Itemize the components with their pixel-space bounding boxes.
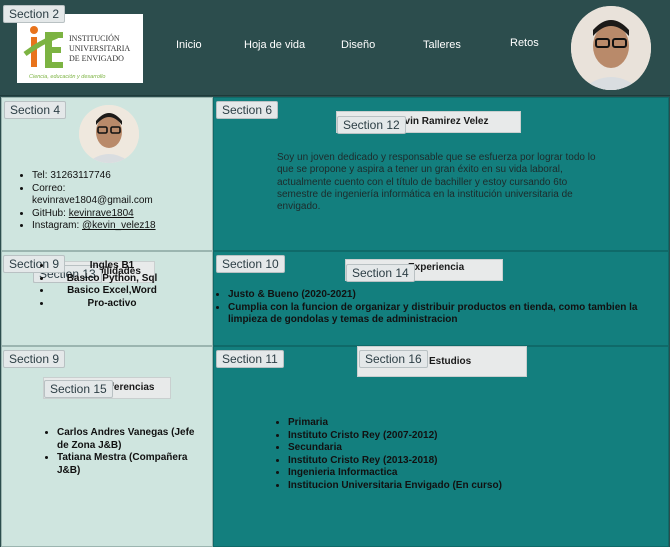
study-item: Instituto Cristo Rey (2013-2018) [288, 455, 608, 468]
experience-list: Justo & Bueno (2020-2021) Cumplia con la… [228, 289, 648, 327]
experience-item: Cumplia con la funcion de organizar y di… [228, 302, 648, 327]
skill-item: Basico Excel,Word [52, 285, 172, 298]
section-tag-studies: Section 11 [216, 350, 284, 368]
studies-list: Primaria Instituto Cristo Rey (2007-2012… [288, 417, 608, 492]
study-item: Primaria [288, 417, 608, 430]
study-item: Institucion Universitaria Envigado (En c… [288, 480, 608, 493]
section-tag-about: Section 6 [216, 101, 279, 119]
section-tag-profile: Section 4 [4, 101, 67, 119]
logo-tagline: Ciencia, educación y desarrollo [29, 74, 105, 80]
contact-email-value: kevinrave1804@gmail.com [32, 195, 153, 206]
page: INSTITUCIÓN UNIVERSITARIA DE ENVIGADO Ci… [0, 0, 670, 547]
logo-line-3: DE ENVIGADO [69, 54, 124, 63]
profile-panel: Tel: 31263117746 Correo: kevinrave1804@g… [1, 97, 213, 251]
study-item: Ingenieria Informactica [288, 467, 608, 480]
nav-link-diseno[interactable]: Diseño [341, 39, 375, 51]
references-list: Carlos Andres Vanegas (Jefe de Zona J&B)… [57, 427, 207, 477]
skills-list: Ingles B1 Basico Python, Sql Basico Exce… [52, 260, 172, 310]
contact-email-label: Correo: [32, 182, 66, 194]
skill-item: Ingles B1 [52, 260, 172, 273]
skill-item: Pro-activo [52, 298, 172, 311]
section-tag-experience: Section 10 [216, 255, 285, 273]
nav-link-retos[interactable]: Retos [510, 37, 539, 49]
studies-title-text: Estudios [429, 356, 472, 367]
contact-instagram-label: Instagram: [32, 220, 83, 231]
institution-logo[interactable]: INSTITUCIÓN UNIVERSITARIA DE ENVIGADO Ci… [17, 14, 143, 83]
section-tag-experience-title: Section 14 [346, 264, 415, 282]
header-avatar [571, 6, 651, 90]
github-link[interactable]: kevinrave1804 [69, 208, 134, 219]
section-tag-references-title: Section 15 [44, 380, 113, 398]
contact-list: Tel: 31263117746 Correo: kevinrave1804@g… [32, 170, 207, 233]
contact-github-label: GitHub: [32, 207, 69, 219]
section-tag-header: Section 2 [3, 5, 66, 23]
skill-item: Basico Python, Sql [52, 273, 172, 286]
section-tag-references: Section 9 [3, 350, 66, 368]
logo-line-1: INSTITUCIÓN [69, 33, 120, 43]
about-title-text: evin Ramirez Velez [399, 116, 489, 127]
profile-avatar [79, 105, 139, 163]
instagram-link[interactable]: @kevin_velez18 [82, 220, 156, 231]
contact-email: Correo: kevinrave1804@gmail.com [32, 183, 207, 208]
about-description: Soy un joven dedicado y responsable que … [277, 152, 596, 213]
section-tag-about-title: Section 12 [337, 116, 406, 134]
nav-link-hoja-de-vida[interactable]: Hoja de vida [244, 39, 305, 51]
logo-graphic-icon: INSTITUCIÓN UNIVERSITARIA DE ENVIGADO Ci… [23, 26, 130, 80]
contact-github: GitHub: kevinrave1804 [32, 208, 207, 221]
profile-photo-icon [571, 6, 651, 90]
header: INSTITUCIÓN UNIVERSITARIA DE ENVIGADO Ci… [0, 0, 670, 96]
experience-title-text: Experiencia [408, 262, 465, 273]
reference-item: Carlos Andres Vanegas (Jefe de Zona J&B) [57, 427, 207, 452]
section-tag-studies-title: Section 16 [359, 350, 428, 368]
logo-line-2: UNIVERSITARIA [69, 44, 130, 53]
nav-link-inicio[interactable]: Inicio [176, 39, 202, 51]
profile-photo-icon [79, 105, 139, 163]
study-item: Instituto Cristo Rey (2007-2012) [288, 430, 608, 443]
nav-link-talleres[interactable]: Talleres [423, 39, 461, 51]
experience-item: Justo & Bueno (2020-2021) [228, 289, 648, 302]
contact-phone: Tel: 31263117746 [32, 170, 207, 183]
reference-item: Tatiana Mestra (Compañera J&B) [57, 452, 207, 477]
contact-instagram: Instagram: @kevin_velez18 [32, 220, 207, 233]
study-item: Secundaria [288, 442, 608, 455]
